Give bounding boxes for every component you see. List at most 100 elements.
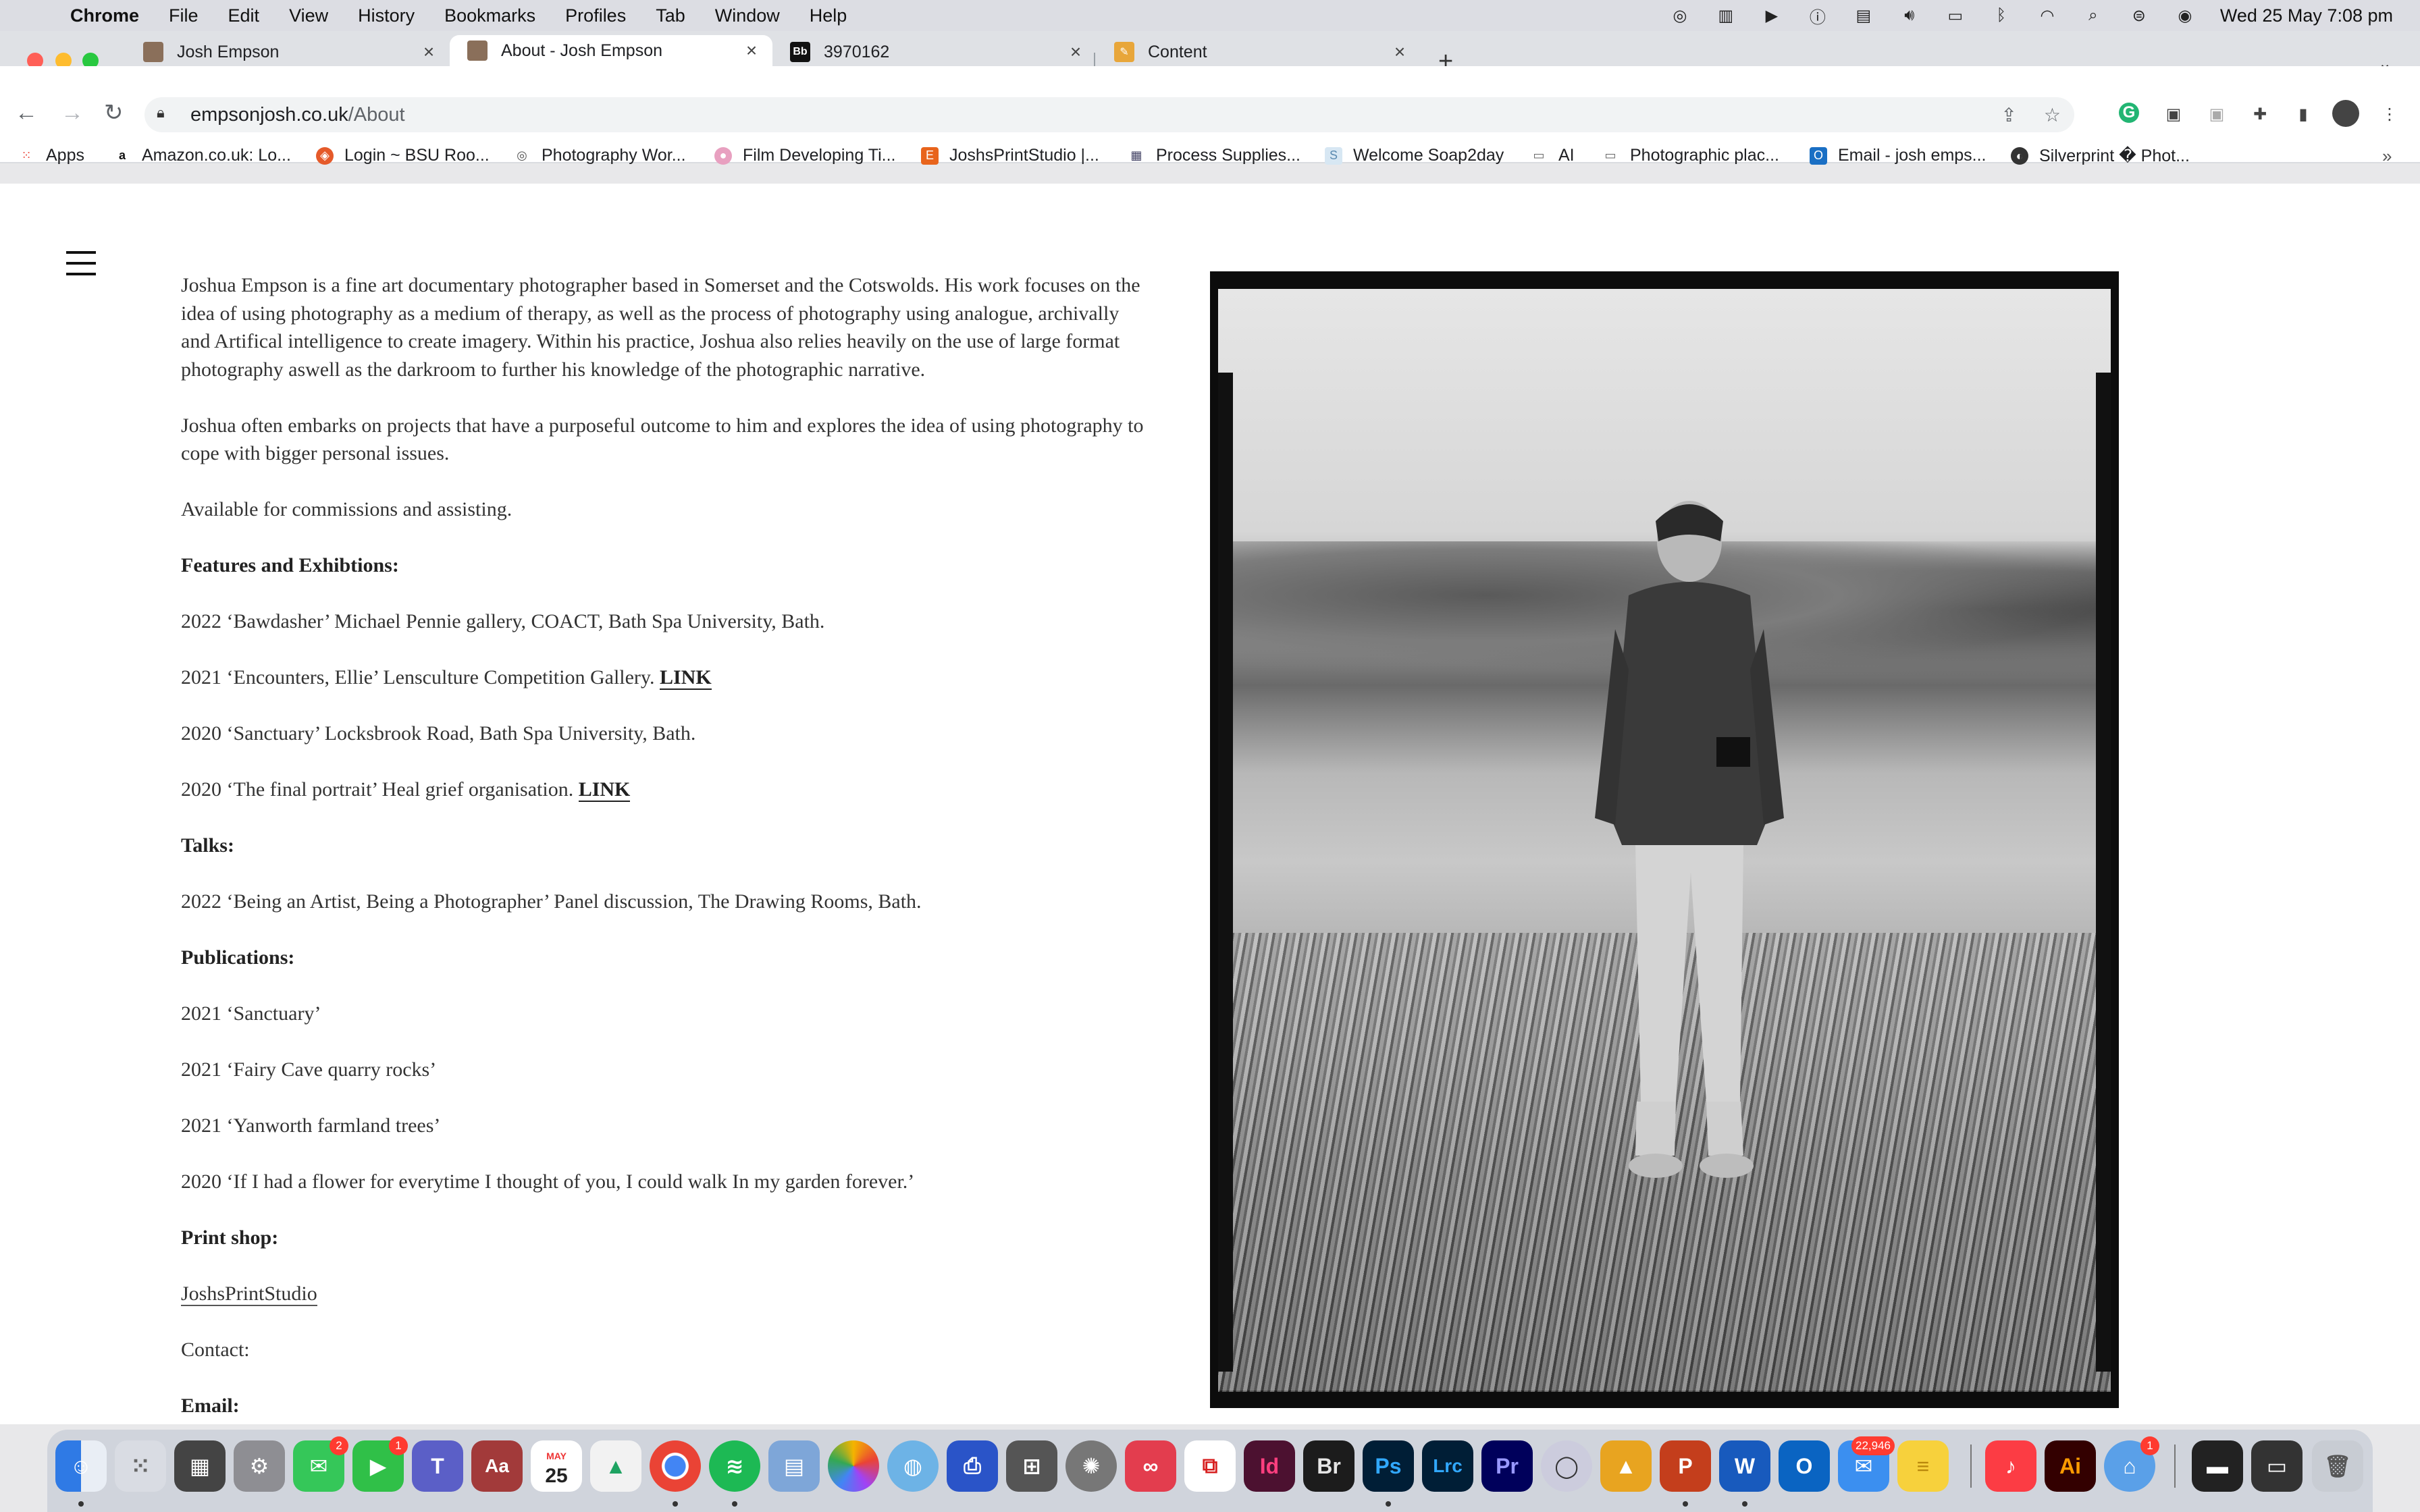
menu-profiles[interactable]: Profiles: [565, 5, 626, 26]
spotify-icon[interactable]: ≋: [709, 1440, 760, 1492]
printshop-link[interactable]: JoshsPrintStudio: [181, 1282, 317, 1306]
epson-scan-icon[interactable]: ⎙: [947, 1440, 998, 1492]
close-tab-icon[interactable]: ×: [1066, 41, 1086, 63]
calculator-icon[interactable]: ▦: [174, 1440, 226, 1492]
siri-icon[interactable]: ◉: [2174, 7, 2196, 25]
bookmark-amazon[interactable]: a Amazon.co.uk: Lo...: [113, 146, 291, 165]
illustrator-icon[interactable]: Ai: [2045, 1440, 2096, 1492]
share-icon[interactable]: ⇪: [2001, 104, 2016, 126]
settings-gear-icon[interactable]: ✺: [1066, 1440, 1117, 1492]
teams-icon[interactable]: T: [412, 1440, 463, 1492]
image-capture-icon[interactable]: ◍: [887, 1440, 939, 1492]
bookmark-soap2day[interactable]: S Welcome Soap2day: [1325, 146, 1504, 165]
dictionary-icon[interactable]: Aa: [471, 1440, 523, 1492]
reload-button[interactable]: ↻: [104, 101, 124, 124]
premiere-icon[interactable]: Pr: [1481, 1440, 1533, 1492]
grammarly-extension-icon[interactable]: G: [2119, 103, 2139, 123]
running-indicator: [732, 1501, 737, 1507]
tab-josh-empson[interactable]: Josh Empson ×: [126, 38, 450, 66]
apple-menu-icon[interactable]: [26, 5, 45, 26]
bookmark-folder-ai[interactable]: ▭ AI: [1530, 146, 1574, 165]
system-preferences-icon[interactable]: ⚙: [234, 1440, 285, 1492]
side-panel-icon[interactable]: ▮: [2292, 103, 2315, 126]
menu-file[interactable]: File: [169, 5, 199, 26]
hamburger-menu-icon[interactable]: [66, 251, 96, 275]
indesign-icon[interactable]: Id: [1244, 1440, 1295, 1492]
bookmarks-overflow-icon[interactable]: »: [2382, 146, 2392, 167]
address-bar[interactable]: 🔒︎ empsonjosh.co.uk/About ⇪ ☆: [144, 97, 2074, 132]
display-status-icon[interactable]: ▤: [1853, 7, 1874, 25]
menu-history[interactable]: History: [358, 5, 415, 26]
profile-avatar-icon[interactable]: [2332, 100, 2359, 127]
bookmark-process-supplies[interactable]: ▦ Process Supplies...: [1128, 146, 1300, 165]
acrobat-icon[interactable]: ⧉: [1184, 1440, 1236, 1492]
chrome-menu-icon[interactable]: ⋮: [2378, 103, 2401, 126]
trash-icon[interactable]: 🗑︎: [2312, 1440, 2363, 1492]
play-status-icon[interactable]: ▶: [1761, 7, 1783, 25]
bridge-icon[interactable]: Br: [1303, 1440, 1354, 1492]
menu-help[interactable]: Help: [810, 5, 847, 26]
heal-grief-link[interactable]: LINK: [578, 778, 631, 802]
screenshot-icon[interactable]: ⊞: [1006, 1440, 1057, 1492]
lensculture-link[interactable]: LINK: [659, 666, 712, 690]
bookmark-label: Amazon.co.uk: Lo...: [142, 146, 291, 165]
wifi-icon[interactable]: ◠: [2036, 7, 2058, 25]
close-tab-icon[interactable]: ×: [1390, 41, 1410, 63]
bookmark-silverprint[interactable]: ◐ Silverprint � Phot...: [2011, 146, 2190, 166]
preview-icon[interactable]: ▤: [768, 1440, 820, 1492]
powerpoint-icon[interactable]: P: [1660, 1440, 1711, 1492]
control-center-icon[interactable]: ⊜: [2128, 7, 2150, 25]
photoshop-icon[interactable]: Ps: [1363, 1440, 1414, 1492]
close-tab-icon[interactable]: ×: [741, 40, 762, 61]
vlc-icon[interactable]: ▲: [1600, 1440, 1652, 1492]
menu-edit[interactable]: Edit: [228, 5, 260, 26]
tab-3970162[interactable]: Bb 3970162 ×: [772, 38, 1097, 66]
menu-view[interactable]: View: [289, 5, 328, 26]
lightroom-classic-icon[interactable]: Lrc: [1422, 1440, 1473, 1492]
battery-icon[interactable]: ▭: [1945, 7, 1966, 25]
quicktime-icon[interactable]: ◯: [1541, 1440, 1592, 1492]
extension-icon[interactable]: ▣: [2162, 103, 2185, 126]
url-text[interactable]: empsonjosh.co.uk/About: [190, 104, 405, 126]
minimized-window-icon[interactable]: ▭: [2251, 1440, 2303, 1492]
outlook-app-icon[interactable]: O: [1779, 1440, 1830, 1492]
minimized-window-icon[interactable]: ▬: [2192, 1440, 2243, 1492]
tab-content[interactable]: ✎ Content ×: [1097, 38, 1421, 66]
bookmark-photography-wor[interactable]: ◎ Photography Wor...: [513, 146, 685, 165]
menu-chrome[interactable]: Chrome: [70, 5, 139, 26]
spotlight-search-icon[interactable]: ⌕: [2082, 6, 2104, 24]
launchpad-icon[interactable]: ⁙: [115, 1440, 166, 1492]
menu-tab[interactable]: Tab: [656, 5, 685, 26]
bookmark-email[interactable]: O Email - josh emps...: [1810, 146, 1987, 165]
bookmark-folder-photographic[interactable]: ▭ Photographic plac...: [1602, 146, 1779, 165]
chrome-icon[interactable]: [650, 1440, 701, 1492]
bookmark-star-icon[interactable]: ☆: [2044, 104, 2061, 126]
forward-button[interactable]: →: [61, 101, 84, 124]
volume-icon[interactable]: 🔊︎: [1899, 6, 1920, 24]
back-button[interactable]: ←: [15, 101, 38, 124]
bookmark-joshsprintstudio[interactable]: E JoshsPrintStudio |...: [921, 146, 1099, 165]
extension-icon[interactable]: ▣: [2205, 103, 2228, 126]
menubar-clock[interactable]: Wed 25 May 7:08 pm: [2220, 5, 2393, 26]
bookmark-film-developing[interactable]: ● Film Developing Ti...: [714, 146, 895, 165]
photos-icon[interactable]: [828, 1440, 879, 1492]
puzzle-extensions-icon[interactable]: ✚: [2248, 103, 2271, 126]
lock-icon[interactable]: 🔒︎: [157, 104, 172, 124]
notes-icon[interactable]: ≡: [1897, 1440, 1949, 1492]
calendar-icon[interactable]: MAY 25: [531, 1440, 582, 1492]
word-icon[interactable]: W: [1719, 1440, 1770, 1492]
bookmark-apps[interactable]: ⁙ Apps: [18, 146, 84, 165]
memory-status-icon[interactable]: ▥: [1715, 7, 1737, 25]
bluetooth-icon[interactable]: ᛒ: [1991, 6, 2012, 24]
music-icon[interactable]: ♪: [1985, 1440, 2036, 1492]
finder-icon[interactable]: ☺: [55, 1440, 107, 1492]
close-tab-icon[interactable]: ×: [419, 41, 439, 63]
bookmark-bsu[interactable]: ◈ Login ~ BSU Roo...: [316, 146, 490, 165]
google-drive-icon[interactable]: ▲: [590, 1440, 641, 1492]
tab-about-josh-empson[interactable]: About - Josh Empson ×: [450, 35, 772, 66]
info-status-icon[interactable]: ⓘ: [1807, 7, 1829, 27]
creative-cloud-status-icon[interactable]: ◎: [1669, 7, 1691, 25]
creative-cloud-icon[interactable]: ∞: [1125, 1440, 1176, 1492]
menu-bookmarks[interactable]: Bookmarks: [444, 5, 535, 26]
menu-window[interactable]: Window: [715, 5, 780, 26]
